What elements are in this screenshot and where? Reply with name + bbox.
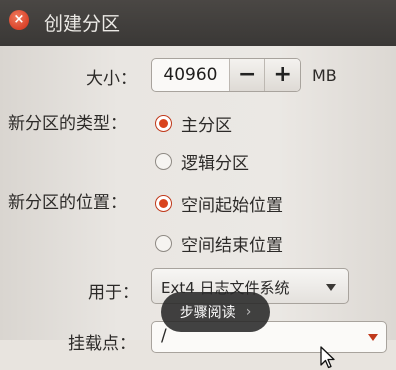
- mount-point-label: 挂载点：: [68, 334, 136, 354]
- mouse-pointer-icon: [320, 346, 335, 369]
- radio-label: 主分区: [181, 116, 232, 136]
- radio-button-icon: [155, 115, 172, 132]
- step-reading-overlay[interactable]: 步骤阅读 ›: [161, 292, 270, 332]
- mount-point-value: /: [161, 326, 167, 346]
- dialog-body: 大小： 40960 − + MB 新分区的类型： 主分区 逻辑分区 新分区的位置…: [0, 46, 396, 369]
- radio-button-icon: [155, 153, 172, 170]
- increment-button[interactable]: +: [264, 59, 300, 91]
- close-icon[interactable]: ×: [9, 10, 29, 30]
- radio-location-start[interactable]: 空间起始位置: [155, 191, 283, 216]
- size-input[interactable]: 40960: [152, 59, 229, 91]
- size-unit: MB: [312, 66, 337, 85]
- radio-logical-partition[interactable]: 逻辑分区: [155, 149, 249, 174]
- overlay-label: 步骤阅读: [179, 305, 236, 321]
- partition-type-label: 新分区的类型：: [8, 114, 127, 134]
- radio-label: 空间结束位置: [181, 236, 283, 256]
- radio-label: 空间起始位置: [181, 196, 283, 216]
- radio-label: 逻辑分区: [181, 154, 249, 174]
- title-bar: × 创建分区: [0, 0, 396, 46]
- radio-location-end[interactable]: 空间结束位置: [155, 231, 283, 256]
- radio-button-icon: [155, 235, 172, 252]
- chevron-right-icon: ›: [245, 304, 252, 320]
- size-spinner: 40960 − +: [151, 58, 301, 92]
- use-as-label: 用于：: [88, 283, 139, 303]
- radio-primary-partition[interactable]: 主分区: [155, 111, 232, 136]
- decrement-button[interactable]: −: [228, 59, 265, 91]
- radio-button-icon: [155, 195, 172, 212]
- chevron-down-icon: [326, 284, 336, 291]
- size-label: 大小：: [86, 69, 137, 89]
- partition-location-label: 新分区的位置：: [8, 193, 127, 213]
- window-title: 创建分区: [44, 13, 121, 35]
